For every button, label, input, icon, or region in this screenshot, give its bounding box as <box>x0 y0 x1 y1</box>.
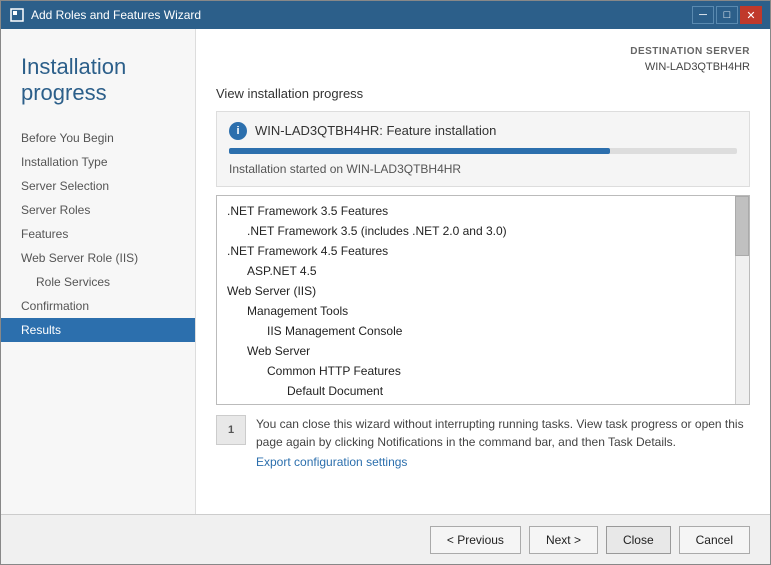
sidebar-item-installation-type[interactable]: Installation Type <box>1 150 195 174</box>
features-list-container: .NET Framework 3.5 Features.NET Framewor… <box>216 195 750 405</box>
content-area: Installation progress Before You BeginIn… <box>1 29 770 514</box>
notification-content: You can close this wizard without interr… <box>256 415 750 469</box>
sidebar-item-role-services[interactable]: Role Services <box>1 270 195 294</box>
sidebar-item-results[interactable]: Results <box>1 318 195 342</box>
features-list: .NET Framework 3.5 Features.NET Framewor… <box>217 196 749 405</box>
sidebar-nav: Before You BeginInstallation TypeServer … <box>1 126 195 342</box>
feature-item: Common HTTP Features <box>217 361 749 381</box>
feature-item: .NET Framework 3.5 Features <box>217 201 749 221</box>
sidebar-item-server-roles[interactable]: Server Roles <box>1 198 195 222</box>
view-progress-label: View installation progress <box>216 86 750 101</box>
feature-item: ASP.NET 4.5 <box>217 261 749 281</box>
sidebar-item-features[interactable]: Features <box>1 222 195 246</box>
feature-item: Web Server (IIS) <box>217 281 749 301</box>
feature-item: Directory Browsing <box>217 401 749 405</box>
sidebar-item-before-you-begin[interactable]: Before You Begin <box>1 126 195 150</box>
previous-button[interactable]: < Previous <box>430 526 521 554</box>
sidebar-header: Installation progress <box>1 39 195 116</box>
progress-row: i WIN-LAD3QTBH4HR: Feature installation <box>229 122 737 140</box>
title-bar-left: Add Roles and Features Wizard <box>9 7 201 23</box>
export-link[interactable]: Export configuration settings <box>256 455 407 469</box>
progress-section: i WIN-LAD3QTBH4HR: Feature installation … <box>216 111 750 187</box>
progress-bar-container <box>229 148 737 154</box>
feature-item: IIS Management Console <box>217 321 749 341</box>
close-window-button[interactable]: ✕ <box>740 6 762 24</box>
app-icon <box>9 7 25 23</box>
page-title: Installation progress <box>21 54 175 106</box>
feature-item: Web Server <box>217 341 749 361</box>
notification-icon: 1 <box>216 415 246 445</box>
progress-message: WIN-LAD3QTBH4HR: Feature installation <box>255 123 496 138</box>
window-title: Add Roles and Features Wizard <box>31 8 201 22</box>
scrollbar-track[interactable] <box>735 196 749 404</box>
maximize-button[interactable]: □ <box>716 6 738 24</box>
notification-box: 1 You can close this wizard without inte… <box>216 415 750 474</box>
sidebar-item-server-selection[interactable]: Server Selection <box>1 174 195 198</box>
notification-text: You can close this wizard without interr… <box>256 415 750 451</box>
minimize-button[interactable]: ─ <box>692 6 714 24</box>
feature-item: .NET Framework 3.5 (includes .NET 2.0 an… <box>217 221 749 241</box>
sidebar: Installation progress Before You BeginIn… <box>1 29 196 514</box>
feature-item: .NET Framework 4.5 Features <box>217 241 749 261</box>
cancel-button[interactable]: Cancel <box>679 526 750 554</box>
destination-server-name: WIN-LAD3QTBH4HR <box>630 59 750 76</box>
destination-label: DESTINATION SERVER <box>630 44 750 59</box>
feature-item: Default Document <box>217 381 749 401</box>
next-button[interactable]: Next > <box>529 526 598 554</box>
feature-item: Management Tools <box>217 301 749 321</box>
progress-bar-fill <box>229 148 610 154</box>
sidebar-item-confirmation[interactable]: Confirmation <box>1 294 195 318</box>
scrollbar-thumb[interactable] <box>735 196 749 256</box>
progress-started: Installation started on WIN-LAD3QTBH4HR <box>229 162 737 176</box>
title-bar: Add Roles and Features Wizard ─ □ ✕ <box>1 1 770 29</box>
main-window: Add Roles and Features Wizard ─ □ ✕ Inst… <box>0 0 771 565</box>
sidebar-item-web-server-role-(iis)[interactable]: Web Server Role (IIS) <box>1 246 195 270</box>
info-icon: i <box>229 122 247 140</box>
footer: < Previous Next > Close Cancel <box>1 514 770 564</box>
destination-server: DESTINATION SERVER WIN-LAD3QTBH4HR <box>630 44 750 76</box>
window-controls: ─ □ ✕ <box>692 6 762 24</box>
main-content: DESTINATION SERVER WIN-LAD3QTBH4HR View … <box>196 29 770 514</box>
close-button[interactable]: Close <box>606 526 671 554</box>
